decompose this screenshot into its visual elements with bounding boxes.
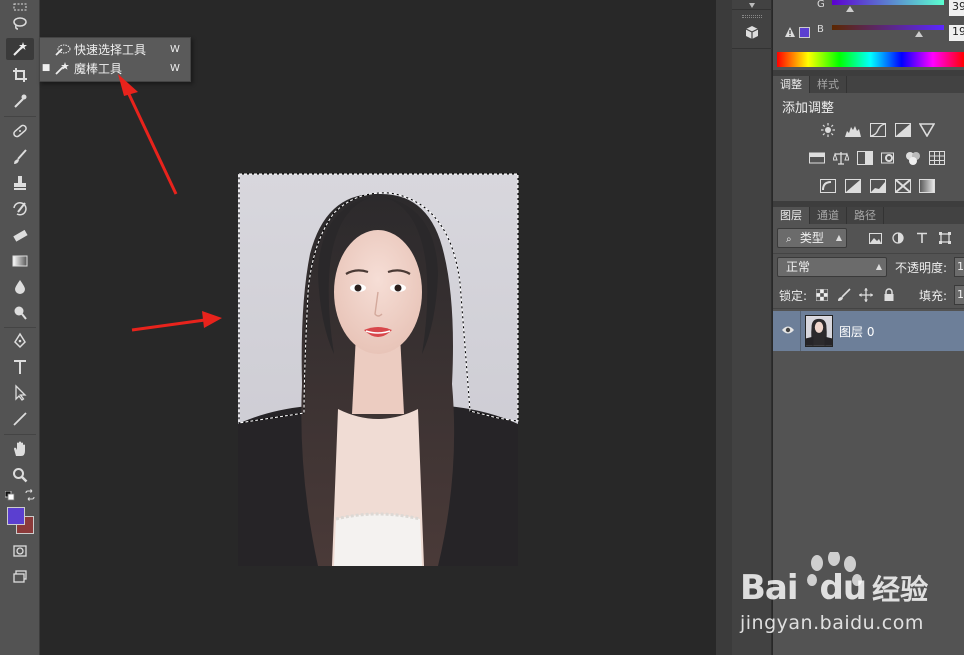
vibrance-icon[interactable] xyxy=(919,123,935,137)
watermark-url: jingyan.baidu.com xyxy=(740,612,924,634)
lock-transparent-pixels-icon[interactable] xyxy=(816,289,828,301)
brightness-contrast-icon[interactable] xyxy=(820,123,836,137)
arrow-head-up xyxy=(118,74,138,96)
adjustments-heading: 添加调整 xyxy=(782,101,835,116)
layer-row-layer-0[interactable]: 图层 0 xyxy=(773,311,964,351)
b-channel-label: B xyxy=(817,24,824,35)
b-slider-track[interactable] xyxy=(832,25,944,30)
watermark-brand-bai: Bai xyxy=(740,568,799,608)
fill-label: 填充: xyxy=(919,289,948,303)
color-spectrum-ramp[interactable] xyxy=(777,52,964,67)
curves-icon[interactable] xyxy=(870,123,886,137)
opacity-field[interactable]: 10 xyxy=(954,257,964,277)
blend-mode-value: 正常 xyxy=(786,260,811,274)
exposure-icon[interactable] xyxy=(895,123,911,137)
panel-dock-gap xyxy=(716,0,732,655)
b-slider-thumb[interactable] xyxy=(915,31,923,37)
selective-color-icon[interactable] xyxy=(895,179,911,193)
layers-tabbar: 图层 通道 路径 xyxy=(773,207,964,224)
panel-grip[interactable] xyxy=(742,15,762,18)
layer-thumbnail[interactable] xyxy=(805,315,833,347)
fill-field[interactable]: 10 xyxy=(954,285,964,305)
gamut-warning-icon[interactable] xyxy=(784,26,796,38)
arrow-head-right xyxy=(202,311,222,328)
b-value-field[interactable]: 19 xyxy=(949,25,964,41)
baidu-jingyan-watermark: Bai du 经验 jingyan.baidu.com xyxy=(738,552,964,655)
gradient-map-icon[interactable] xyxy=(919,179,935,193)
3d-panel-icon[interactable] xyxy=(743,24,761,42)
blend-mode-dropdown[interactable]: 正常 ▲ xyxy=(777,257,887,277)
photo-filter-icon[interactable] xyxy=(881,151,897,165)
lock-position-icon[interactable] xyxy=(859,288,873,302)
invert-icon[interactable] xyxy=(820,179,836,193)
color-panel: G 39 B 19 xyxy=(773,0,964,70)
shape-layer-filter-icon[interactable] xyxy=(939,232,951,244)
lock-label: 锁定: xyxy=(779,289,808,303)
updown-arrow-icon: ▲ xyxy=(875,262,882,271)
lock-all-icon[interactable] xyxy=(883,288,895,302)
color-balance-icon[interactable] xyxy=(833,151,849,165)
updown-arrow-icon: ▲ xyxy=(835,233,842,242)
g-channel-label: G xyxy=(817,0,825,10)
color-lookup-icon[interactable] xyxy=(929,151,945,165)
search-icon: ⌕ xyxy=(786,234,792,245)
adjustments-tabbar: 调整 样式 xyxy=(773,76,964,93)
tab-layers[interactable]: 图层 xyxy=(773,207,810,224)
posterize-icon[interactable] xyxy=(845,179,861,193)
tab-paths[interactable]: 路径 xyxy=(847,207,884,224)
threshold-icon[interactable] xyxy=(870,179,886,193)
g-slider-track[interactable] xyxy=(832,0,944,5)
levels-icon[interactable] xyxy=(845,123,861,137)
panel-collapse-arrow-icon[interactable] xyxy=(746,0,758,8)
watermark-brand-du: du xyxy=(819,568,868,608)
layer-filter-dropdown[interactable]: ⌕ 类型 ▲ xyxy=(777,228,847,248)
adjustment-layer-filter-icon[interactable] xyxy=(892,232,904,244)
black-white-icon[interactable] xyxy=(857,151,873,165)
lock-image-pixels-icon[interactable] xyxy=(837,288,851,302)
watermark-brand-cn: 经验 xyxy=(872,573,929,606)
tab-styles[interactable]: 样式 xyxy=(810,76,847,93)
layer-name[interactable]: 图层 0 xyxy=(839,323,874,340)
pixel-layer-filter-icon[interactable] xyxy=(869,233,882,244)
opacity-label: 不透明度: xyxy=(895,261,948,275)
hue-saturation-icon[interactable] xyxy=(809,151,825,165)
g-value-field[interactable]: 39 xyxy=(949,0,964,16)
layer-filter-label: 类型 xyxy=(799,231,824,245)
g-slider-thumb[interactable] xyxy=(846,6,854,12)
type-layer-filter-icon[interactable] xyxy=(916,232,928,244)
channel-mixer-icon[interactable] xyxy=(905,151,921,165)
tab-adjustments[interactable]: 调整 xyxy=(773,76,810,93)
gamut-color-swatch[interactable] xyxy=(799,27,810,38)
tab-channels[interactable]: 通道 xyxy=(810,207,847,224)
eye-visibility-icon[interactable] xyxy=(781,325,795,335)
